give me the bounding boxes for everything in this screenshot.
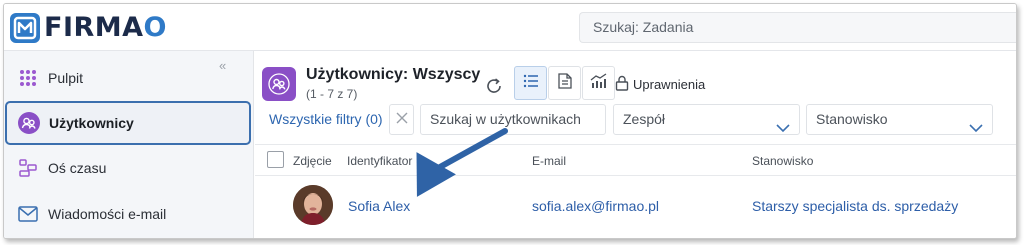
- main-content: Użytkownicy: Wszyscy (1 - 7 z 7) Uprawni…: [255, 51, 1016, 238]
- refresh-icon[interactable]: [483, 75, 505, 97]
- sidebar-item-uzytkownicy[interactable]: Użytkownicy: [5, 101, 251, 145]
- table-row[interactable]: Sofia Alex sofia.alex@firmao.pl Starszy …: [255, 177, 1016, 233]
- sidebar-item-label: Wiadomości e-mail: [48, 206, 167, 222]
- users-icon: [17, 111, 41, 135]
- list-icon: [523, 74, 539, 93]
- document-icon: [557, 72, 572, 94]
- sidebar-item-os-czasu[interactable]: Oś czasu: [4, 145, 254, 191]
- grid-dots-icon: [16, 66, 40, 90]
- logo-text: FIRMAO: [44, 12, 167, 43]
- column-header-photo[interactable]: Zdjęcie: [293, 154, 332, 168]
- user-name-link[interactable]: Sofia Alex: [348, 198, 410, 214]
- table-header: Zdjęcie Identyfikator E-mail Stanowisko: [255, 144, 1016, 176]
- top-bar: FIRMAO Szukaj: Zadania: [4, 4, 1016, 51]
- avatar: [293, 185, 333, 225]
- close-icon: [396, 111, 408, 129]
- chevron-down-icon: [969, 114, 983, 143]
- position-select-label: Stanowisko: [816, 111, 888, 127]
- column-header-identifier[interactable]: Identyfikator: [347, 154, 412, 168]
- sidebar-item-label: Oś czasu: [48, 160, 107, 176]
- all-filters-link[interactable]: Wszystkie filtry (0): [269, 111, 383, 127]
- sidebar-item-wiadomosci-email[interactable]: Wiadomości e-mail: [4, 191, 254, 237]
- position-select[interactable]: Stanowisko: [806, 104, 993, 135]
- permissions-label: Uprawnienia: [633, 76, 706, 92]
- permissions-button[interactable]: Uprawnienia: [615, 73, 705, 95]
- column-header-email[interactable]: E-mail: [532, 154, 566, 168]
- team-select-label: Zespół: [623, 111, 666, 127]
- list-view-button[interactable]: [514, 66, 547, 100]
- user-search-input[interactable]: Szukaj w użytkownikach: [420, 104, 606, 135]
- sidebar-item-label: Pulpit: [48, 70, 84, 86]
- logo-mark-icon: [10, 13, 40, 43]
- select-all-checkbox[interactable]: [267, 151, 284, 168]
- team-select[interactable]: Zespół: [613, 104, 800, 135]
- chart-view-button[interactable]: [582, 66, 615, 100]
- document-view-button[interactable]: [548, 66, 581, 100]
- envelope-icon: [16, 202, 40, 226]
- user-email-link[interactable]: sofia.alex@firmao.pl: [532, 198, 659, 214]
- chart-icon: [590, 72, 608, 94]
- sidebar-item-pulpit[interactable]: Pulpit: [4, 55, 254, 101]
- chevron-down-icon: [776, 114, 790, 143]
- firmao-logo[interactable]: FIRMAO: [10, 13, 167, 43]
- lock-icon: [615, 75, 629, 94]
- app-window: FIRMAO Szukaj: Zadania « Pulpit Użytkown…: [3, 3, 1017, 239]
- sidebar-item-label: Użytkownicy: [49, 115, 134, 131]
- page-title: Użytkownicy: Wszyscy: [306, 66, 481, 83]
- column-header-position[interactable]: Stanowisko: [752, 154, 813, 168]
- user-position[interactable]: Starszy specjalista ds. sprzedaży: [752, 198, 958, 214]
- timeline-icon: [16, 156, 40, 180]
- record-count: (1 - 7 z 7): [306, 87, 358, 101]
- global-search-input[interactable]: Szukaj: Zadania: [579, 12, 1016, 43]
- sidebar: « Pulpit Użytkownicy Oś czasu Wiadomości…: [4, 51, 254, 238]
- users-section-icon: [262, 67, 296, 101]
- clear-filters-button[interactable]: [389, 104, 414, 135]
